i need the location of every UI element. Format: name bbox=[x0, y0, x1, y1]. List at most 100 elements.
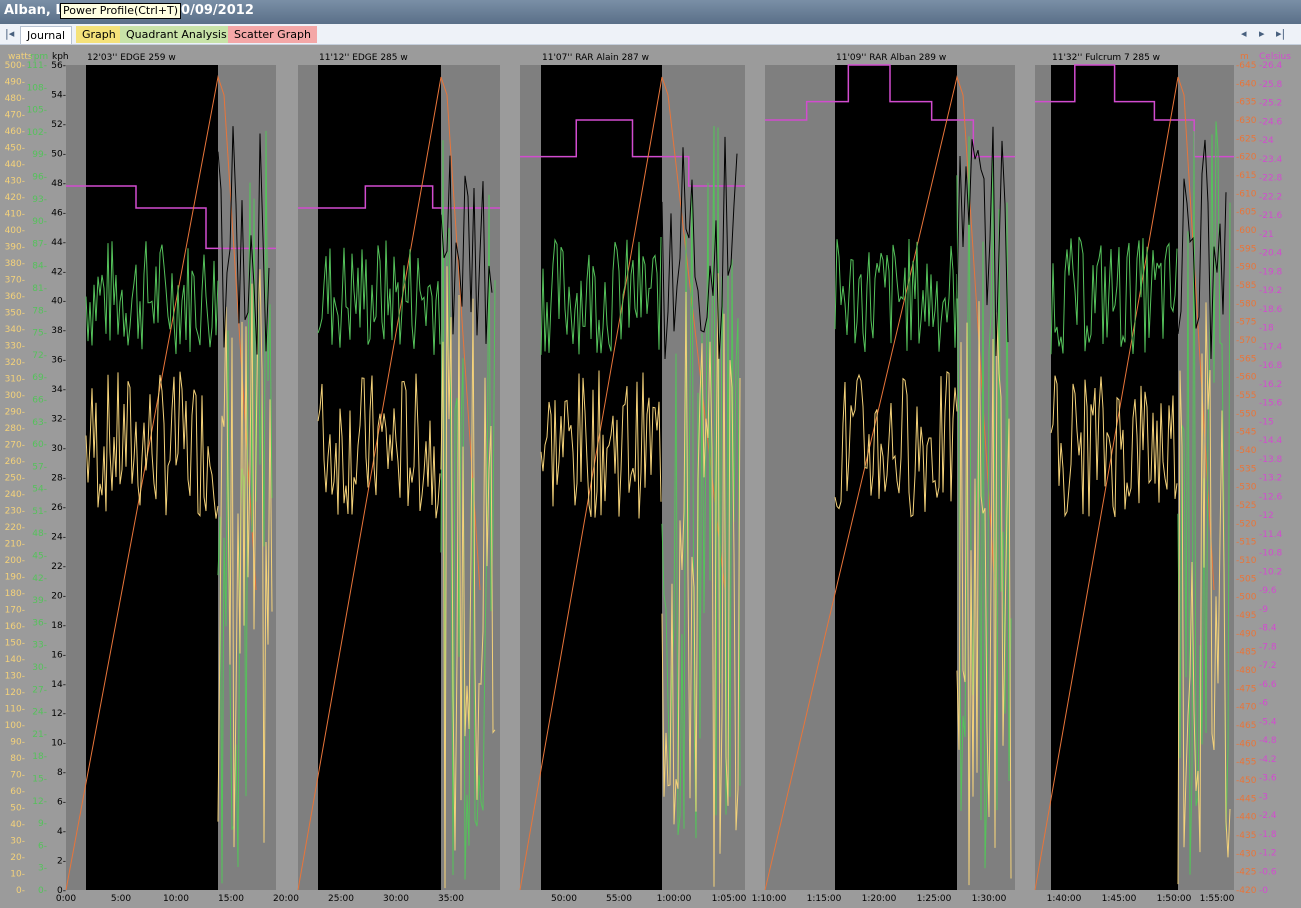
watts-tick-label: 140- bbox=[5, 655, 25, 665]
rpm-tick-label: 96- bbox=[32, 172, 47, 182]
watts-tick-label: 150- bbox=[5, 639, 25, 649]
altitude-tick-label: -565 bbox=[1236, 354, 1256, 364]
first-page-icon[interactable]: |◂ bbox=[5, 27, 14, 40]
prev-page-icon[interactable]: ◂ bbox=[1241, 27, 1247, 40]
session-date: 10/09/2012 bbox=[172, 3, 254, 18]
watts-tick-label: 40- bbox=[10, 820, 25, 830]
kph-tick-label: 12- bbox=[51, 709, 66, 719]
rpm-tick-label: 0- bbox=[38, 886, 47, 896]
altitude-tick-label: -485 bbox=[1236, 648, 1256, 658]
altitude-tick-label: -575 bbox=[1236, 318, 1256, 328]
watts-tick-label: 470- bbox=[5, 111, 25, 121]
rpm-tick-label: 36- bbox=[32, 618, 47, 628]
altitude-tick-label: -455 bbox=[1236, 758, 1256, 768]
watts-tick-label: 370- bbox=[5, 276, 25, 286]
temperature-tick-label: -24 bbox=[1259, 136, 1274, 146]
altitude-tick-label: -480 bbox=[1236, 666, 1257, 676]
altitude-tick-label: -490 bbox=[1236, 629, 1257, 639]
watts-tick-label: 310- bbox=[5, 375, 25, 385]
rpm-tick-label: 105- bbox=[27, 106, 47, 116]
watts-tick-label: 180- bbox=[5, 589, 25, 599]
altitude-tick-label: -645 bbox=[1236, 61, 1256, 71]
tab-quadrant-analysis[interactable]: Quadrant Analysis bbox=[120, 26, 233, 43]
time-tick-label: 35:00 bbox=[438, 894, 464, 904]
temperature-tick-label: -7.2 bbox=[1259, 661, 1277, 671]
altitude-tick-label: -420 bbox=[1236, 886, 1257, 896]
kph-tick-label: 36- bbox=[51, 356, 66, 366]
time-tick-label: 1:40:00 bbox=[1047, 894, 1082, 904]
kph-tick-label: 24- bbox=[51, 532, 66, 542]
time-tick-label: 1:05:00 bbox=[712, 894, 747, 904]
kph-tick-label: 42- bbox=[51, 267, 66, 277]
tab-scatter-graph[interactable]: Scatter Graph bbox=[228, 26, 317, 43]
kph-tick-label: 32- bbox=[51, 415, 66, 425]
altitude-tick-label: -625 bbox=[1236, 134, 1256, 144]
effort-panel: 11'32'' Fulcrum 7 285 w bbox=[1034, 53, 1234, 891]
altitude-tick-label: -535 bbox=[1236, 464, 1256, 474]
rpm-tick-label: 24- bbox=[32, 708, 47, 718]
rpm-tick-label: 69- bbox=[32, 373, 47, 383]
altitude-tick-label: -560 bbox=[1236, 373, 1257, 383]
temperature-tick-label: -9.6 bbox=[1259, 586, 1277, 596]
watts-tick-label: 350- bbox=[5, 309, 25, 319]
temperature-tick-label: -1.8 bbox=[1259, 830, 1277, 840]
altitude-tick-label: -635 bbox=[1236, 98, 1256, 108]
watts-tick-label: 410- bbox=[5, 210, 25, 220]
temperature-tick-label: -7.8 bbox=[1259, 642, 1277, 652]
watts-tick-label: 270- bbox=[5, 441, 25, 451]
watts-tick-label: 240- bbox=[5, 490, 25, 500]
kph-tick-label: 20- bbox=[51, 591, 66, 601]
altitude-tick-label: -555 bbox=[1236, 391, 1256, 401]
temperature-tick-label: -12 bbox=[1259, 511, 1274, 521]
watts-tick-label: 340- bbox=[5, 325, 25, 335]
watts-tick-label: 290- bbox=[5, 408, 25, 418]
temperature-tick-label: -4.8 bbox=[1259, 736, 1277, 746]
time-tick-label: 1:55:00 bbox=[1200, 894, 1235, 904]
rpm-tick-label: 78- bbox=[32, 306, 47, 316]
altitude-tick-label: -580 bbox=[1236, 299, 1257, 309]
effort-label: 11'07'' RAR Alain 287 w bbox=[542, 53, 649, 63]
temperature-tick-label: -21 bbox=[1259, 230, 1274, 240]
temperature-tick-label: -16.2 bbox=[1259, 380, 1282, 390]
temperature-tick-label: -2.4 bbox=[1259, 811, 1277, 821]
altitude-tick-label: -430 bbox=[1236, 849, 1257, 859]
temperature-tick-label: -6 bbox=[1259, 699, 1268, 709]
rpm-tick-label: 45- bbox=[32, 552, 47, 562]
effort-label: 11'32'' Fulcrum 7 285 w bbox=[1052, 53, 1160, 63]
tab-graph[interactable]: Graph bbox=[76, 26, 122, 43]
tab-journal[interactable]: Journal bbox=[20, 26, 73, 44]
power-profile-graph[interactable]: wattsrpm kph m Celsius0-10-20-30-40-50-60-7… bbox=[0, 46, 1301, 908]
kph-tick-label: 56- bbox=[51, 61, 66, 71]
temperature-tick-label: -4.2 bbox=[1259, 755, 1277, 765]
time-tick-label: 25:00 bbox=[328, 894, 354, 904]
rpm-tick-label: 15- bbox=[32, 775, 47, 785]
time-tick-label: 55:00 bbox=[606, 894, 632, 904]
kph-tick-label: 28- bbox=[51, 474, 66, 484]
time-tick-label: 1:50:00 bbox=[1157, 894, 1192, 904]
rpm-tick-label: 54- bbox=[32, 485, 47, 495]
temperature-tick-label: -18.6 bbox=[1259, 305, 1283, 315]
kph-tick-label: 4- bbox=[57, 827, 66, 837]
interval-segment bbox=[318, 65, 441, 890]
last-page-icon[interactable]: ▸| bbox=[1276, 27, 1285, 40]
watts-tick-label: 430- bbox=[5, 177, 25, 187]
watts-tick-label: 490- bbox=[5, 78, 25, 88]
watts-tick-label: 330- bbox=[5, 342, 25, 352]
altitude-tick-label: -590 bbox=[1236, 263, 1257, 273]
rpm-tick-label: 102- bbox=[27, 128, 47, 138]
rpm-tick-label: 66- bbox=[32, 395, 47, 405]
power-profile-tooltip: Power Profile(Ctrl+T) bbox=[60, 3, 182, 19]
altitude-tick-label: -570 bbox=[1236, 336, 1257, 346]
next-page-icon[interactable]: ▸ bbox=[1259, 27, 1265, 40]
rpm-tick-label: 108- bbox=[27, 83, 47, 93]
watts-tick-label: 450- bbox=[5, 144, 25, 154]
altitude-tick-label: -440 bbox=[1236, 813, 1257, 823]
altitude-tick-label: -595 bbox=[1236, 244, 1256, 254]
effort-panel: 11'07'' RAR Alain 287 w bbox=[519, 53, 745, 891]
watts-tick-label: 20- bbox=[10, 853, 25, 863]
kph-tick-label: 22- bbox=[51, 562, 66, 572]
watts-tick-label: 130- bbox=[5, 672, 25, 682]
temperature-tick-label: -3 bbox=[1259, 792, 1268, 802]
altitude-tick-label: -605 bbox=[1236, 208, 1256, 218]
rpm-tick-label: 81- bbox=[32, 284, 47, 294]
